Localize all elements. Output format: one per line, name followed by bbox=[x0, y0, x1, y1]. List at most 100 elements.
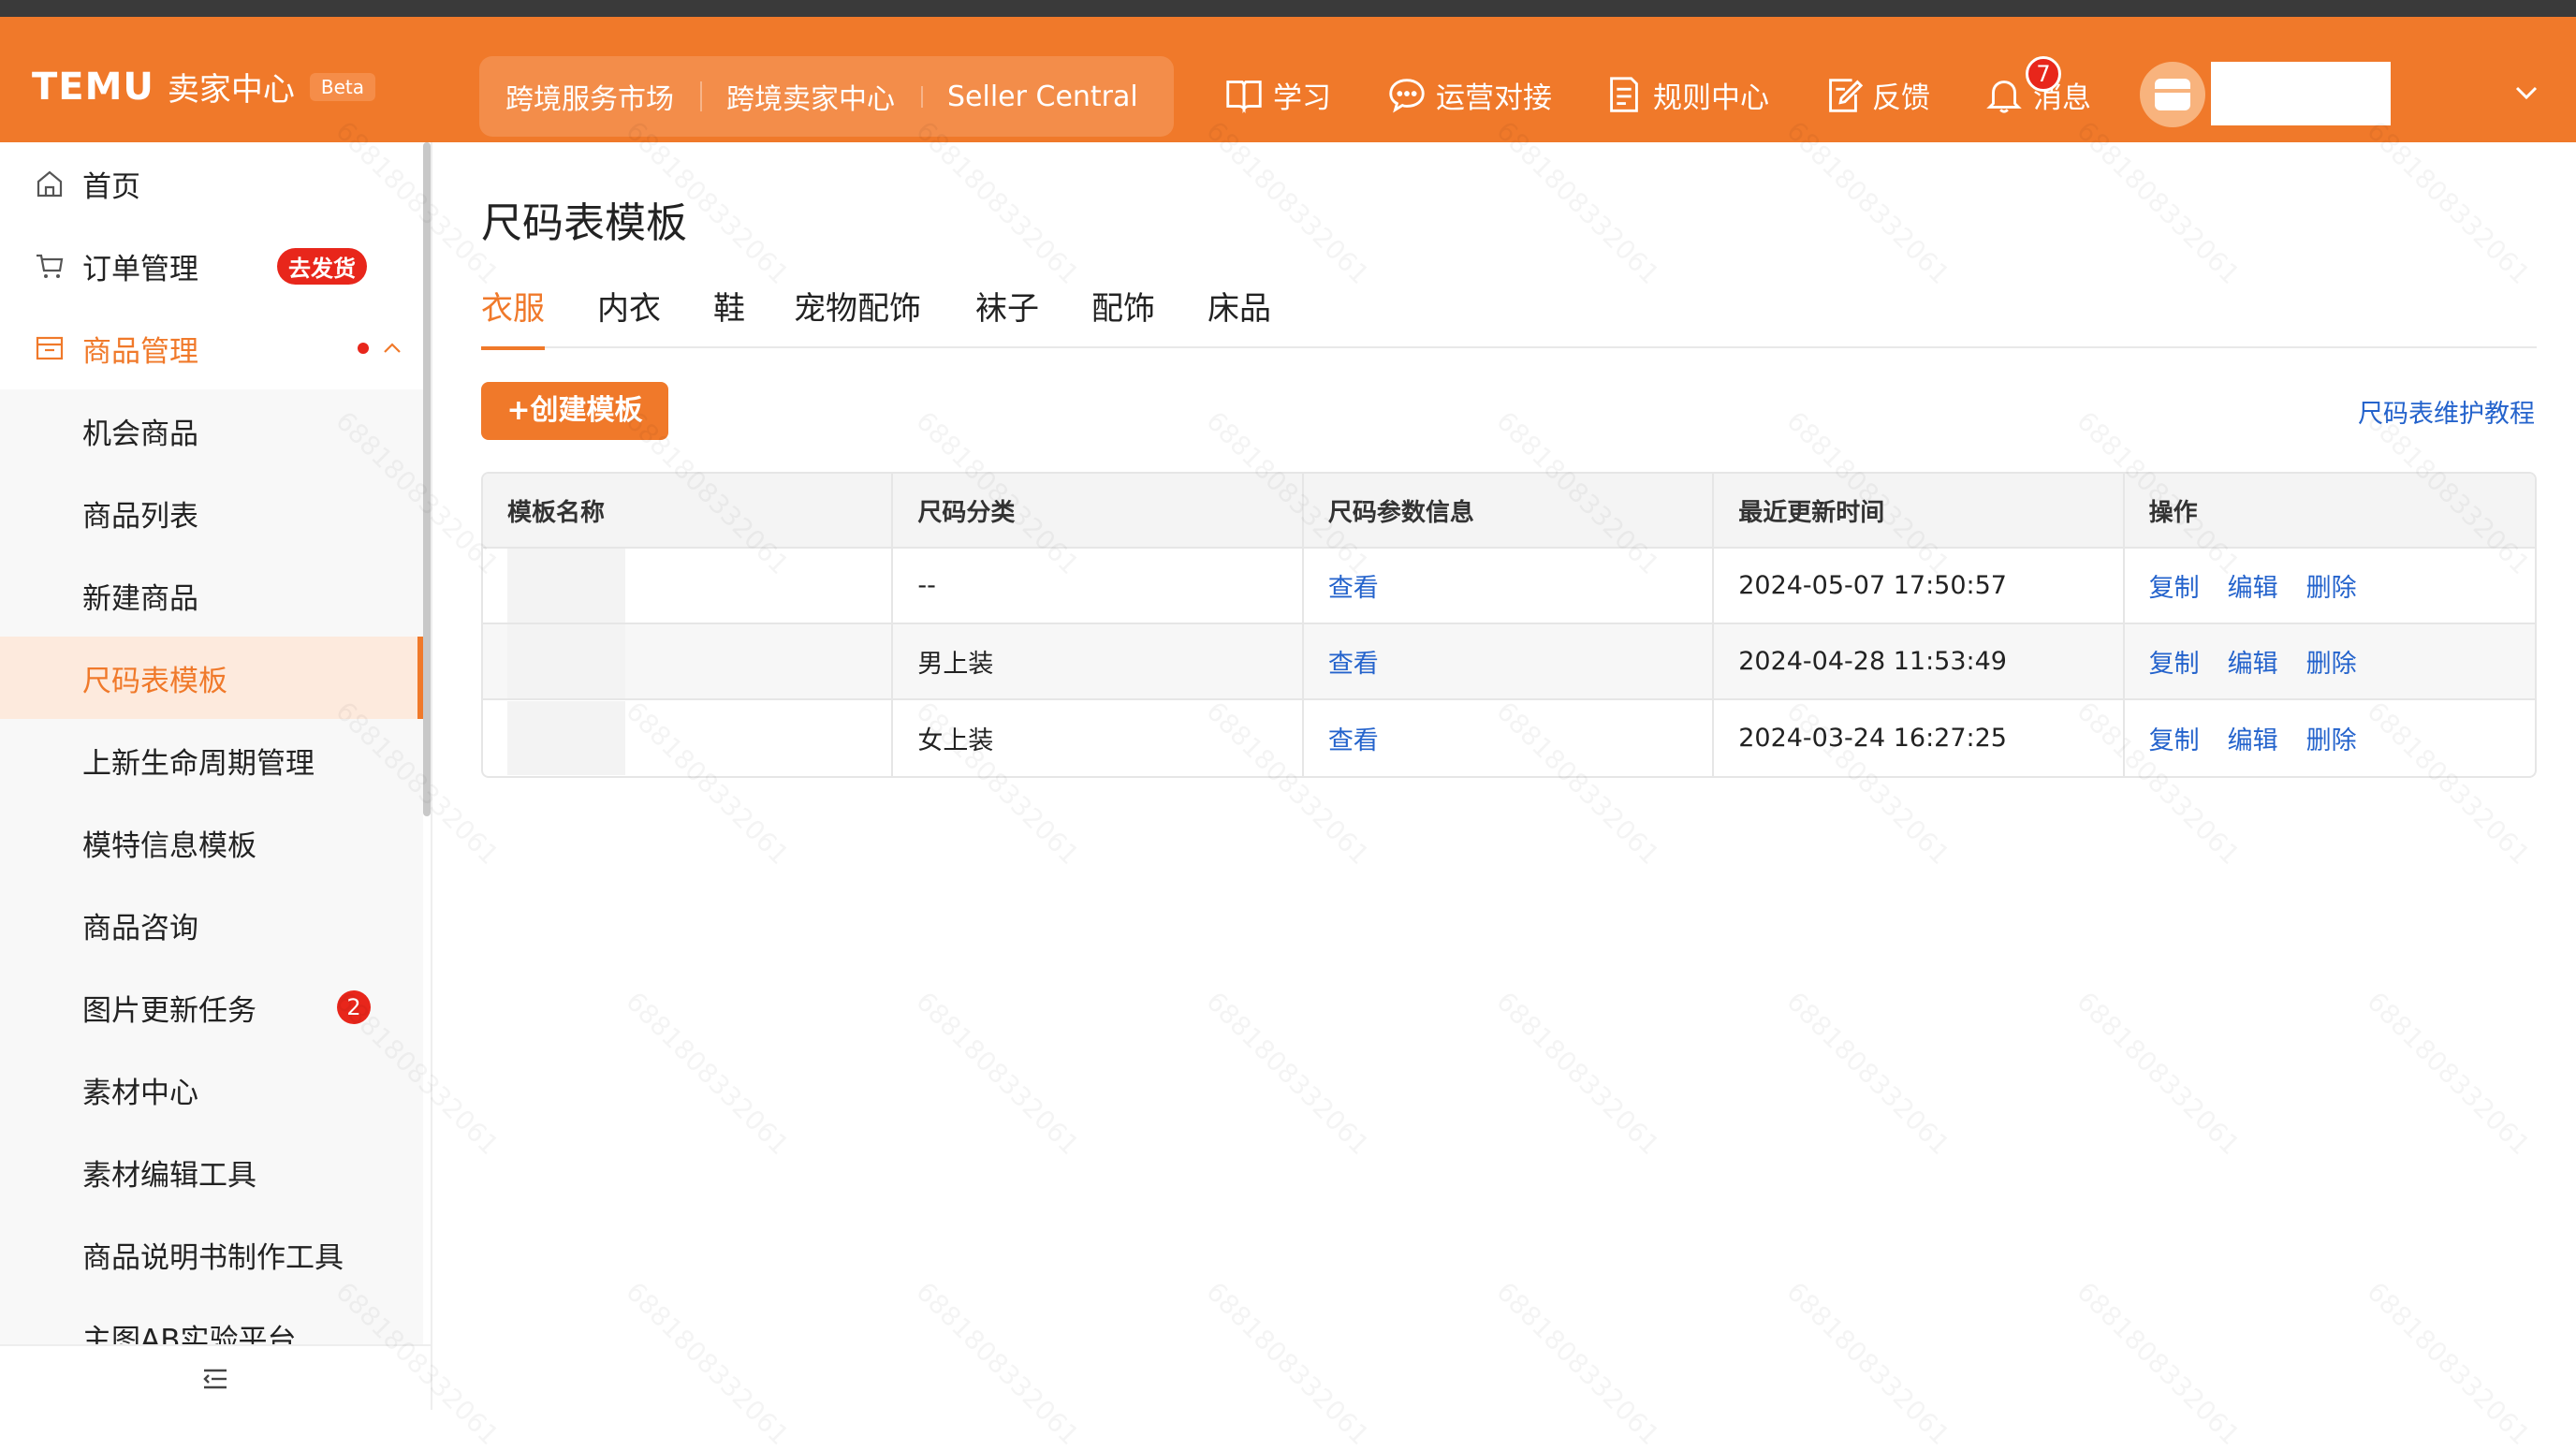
nav-learn[interactable]: 学习 bbox=[1222, 73, 1331, 116]
sidebar-item-label: 新建商品 bbox=[82, 575, 198, 617]
size-category-cell: -- bbox=[893, 549, 1303, 623]
sidebar-item-label: 素材编辑工具 bbox=[82, 1151, 256, 1194]
sidebar-item-label: 素材中心 bbox=[82, 1069, 198, 1111]
updated-time-cell: 2024-04-28 11:53:49 bbox=[1714, 624, 2124, 698]
nav-operations-label: 运营对接 bbox=[1436, 74, 1552, 116]
logo[interactable]: TEMU 卖家中心 Beta bbox=[32, 64, 375, 110]
notification-dot bbox=[358, 343, 369, 354]
tab-pet-accessories[interactable]: 宠物配饰 bbox=[794, 283, 921, 348]
message-count-badge: 7 bbox=[2026, 56, 2061, 92]
table-row: 女上装 查看 2024-03-24 16:27:25 复制 编辑 删除 bbox=[483, 700, 2535, 776]
pill-cross-border-seller[interactable]: 跨境卖家中心 bbox=[700, 76, 921, 117]
delete-link[interactable]: 删除 bbox=[2306, 720, 2357, 756]
bell-icon bbox=[1983, 73, 2026, 116]
column-header: 最近更新时间 bbox=[1714, 474, 2124, 547]
template-table: 模板名称 尺码分类 尺码参数信息 最近更新时间 操作 -- 查看 2024-05… bbox=[481, 472, 2537, 778]
chevron-down-icon[interactable] bbox=[2514, 81, 2539, 105]
tab-accessories[interactable]: 配饰 bbox=[1091, 283, 1155, 348]
template-name-cell bbox=[483, 700, 893, 776]
sidebar-collapse-bar bbox=[0, 1344, 431, 1410]
edit-link[interactable]: 编辑 bbox=[2228, 643, 2278, 680]
ship-now-badge[interactable]: 去发货 bbox=[277, 248, 367, 285]
nav-feedback[interactable]: 反馈 bbox=[1822, 73, 1930, 116]
tab-shoes[interactable]: 鞋 bbox=[713, 283, 745, 348]
sidebar: 首页 订单管理 去发货 商品管理 机会商品 商品列表 新建商品 尺码表模板 上新… bbox=[0, 142, 432, 1410]
sidebar-item-size-chart-template[interactable]: 尺码表模板 bbox=[0, 637, 423, 719]
nav-operations[interactable]: 运营对接 bbox=[1385, 73, 1552, 116]
actions-cell: 复制 编辑 删除 bbox=[2125, 624, 2535, 698]
sidebar-item-orders[interactable]: 订单管理 去发货 bbox=[0, 225, 423, 307]
document-icon bbox=[1603, 73, 1646, 116]
size-params-cell: 查看 bbox=[1304, 624, 1714, 698]
template-name-cell bbox=[483, 549, 893, 623]
sidebar-item-model-info[interactable]: 模特信息模板 bbox=[0, 801, 423, 884]
sidebar-item-image-update[interactable]: 图片更新任务 2 bbox=[0, 966, 423, 1048]
top-strip bbox=[0, 0, 2576, 17]
account-name-box[interactable] bbox=[2211, 62, 2391, 125]
column-header: 模板名称 bbox=[483, 474, 893, 547]
nav-feedback-label: 反馈 bbox=[1872, 74, 1930, 116]
delete-link[interactable]: 删除 bbox=[2306, 567, 2357, 604]
copy-link[interactable]: 复制 bbox=[2149, 643, 2200, 680]
pill-cross-border-market[interactable]: 跨境服务市场 bbox=[479, 76, 700, 117]
copy-link[interactable]: 复制 bbox=[2149, 567, 2200, 604]
sidebar-item-opportunity-products[interactable]: 机会商品 bbox=[0, 389, 423, 472]
header: TEMU 卖家中心 Beta 跨境服务市场 跨境卖家中心 Seller Cent… bbox=[0, 17, 2576, 142]
sidebar-item-material-editor[interactable]: 素材编辑工具 bbox=[0, 1131, 423, 1213]
edit-link[interactable]: 编辑 bbox=[2228, 720, 2278, 756]
sidebar-item-label: 首页 bbox=[82, 163, 140, 205]
sidebar-item-label: 商品咨询 bbox=[82, 904, 198, 946]
sidebar-item-label: 商品说明书制作工具 bbox=[82, 1234, 344, 1276]
nav-rules[interactable]: 规则中心 bbox=[1603, 73, 1769, 116]
updated-time-cell: 2024-05-07 17:50:57 bbox=[1714, 549, 2124, 623]
sidebar-item-manual-tool[interactable]: 商品说明书制作工具 bbox=[0, 1213, 423, 1296]
size-chart-tutorial-link[interactable]: 尺码表维护教程 bbox=[2358, 393, 2535, 430]
actions-cell: 复制 编辑 删除 bbox=[2125, 700, 2535, 776]
size-category-cell: 女上装 bbox=[893, 700, 1303, 776]
sidebar-item-label: 尺码表模板 bbox=[82, 657, 227, 699]
product-icon bbox=[34, 332, 66, 364]
book-icon bbox=[1222, 73, 1266, 116]
view-link[interactable]: 查看 bbox=[1328, 720, 1379, 756]
sidebar-item-label: 模特信息模板 bbox=[82, 822, 256, 864]
tab-clothing[interactable]: 衣服 bbox=[481, 283, 545, 348]
sidebar-item-label: 图片更新任务 bbox=[82, 987, 256, 1029]
sidebar-item-product-management[interactable]: 商品管理 bbox=[0, 307, 423, 389]
sidebar-item-label: 机会商品 bbox=[82, 410, 198, 452]
sidebar-item-material-center[interactable]: 素材中心 bbox=[0, 1048, 423, 1131]
main-content: 尺码表模板 衣服 内衣 鞋 宠物配饰 袜子 配饰 床品 +创建模板 尺码表维护教… bbox=[432, 142, 2576, 1410]
size-params-cell: 查看 bbox=[1304, 549, 1714, 623]
shop-avatar[interactable] bbox=[2140, 62, 2205, 127]
sidebar-item-new-product[interactable]: 新建商品 bbox=[0, 554, 423, 637]
create-template-button[interactable]: +创建模板 bbox=[481, 382, 668, 440]
view-link[interactable]: 查看 bbox=[1328, 567, 1379, 604]
page-title: 尺码表模板 bbox=[481, 189, 687, 249]
home-icon bbox=[34, 168, 66, 199]
tab-underwear[interactable]: 内衣 bbox=[597, 283, 661, 348]
view-link[interactable]: 查看 bbox=[1328, 643, 1379, 680]
store-icon bbox=[2155, 79, 2190, 110]
size-category-cell: 男上装 bbox=[893, 624, 1303, 698]
sidebar-item-product-list[interactable]: 商品列表 bbox=[0, 472, 423, 554]
cart-icon bbox=[34, 250, 66, 282]
sidebar-item-home[interactable]: 首页 bbox=[0, 142, 423, 225]
image-task-count-badge: 2 bbox=[337, 990, 371, 1024]
sidebar-item-product-inquiry[interactable]: 商品咨询 bbox=[0, 884, 423, 966]
collapse-menu-icon[interactable] bbox=[198, 1363, 230, 1395]
sidebar-item-label: 商品管理 bbox=[82, 328, 198, 370]
table-row: 男上装 查看 2024-04-28 11:53:49 复制 编辑 删除 bbox=[483, 624, 2535, 700]
delete-link[interactable]: 删除 bbox=[2306, 643, 2357, 680]
feedback-icon bbox=[1822, 73, 1865, 116]
edit-link[interactable]: 编辑 bbox=[2228, 567, 2278, 604]
pill-seller-central[interactable]: Seller Central bbox=[921, 81, 1164, 113]
copy-link[interactable]: 复制 bbox=[2149, 720, 2200, 756]
sidebar-item-lifecycle[interactable]: 上新生命周期管理 bbox=[0, 719, 423, 801]
nav-messages[interactable]: 消息 7 bbox=[1983, 73, 2091, 116]
logo-subtitle: 卖家中心 bbox=[168, 64, 295, 110]
sidebar-scrollbar[interactable] bbox=[423, 142, 431, 816]
tab-bedding[interactable]: 床品 bbox=[1208, 283, 1271, 348]
chevron-up-icon[interactable] bbox=[382, 338, 402, 359]
tab-socks[interactable]: 袜子 bbox=[975, 283, 1039, 348]
actions-cell: 复制 编辑 删除 bbox=[2125, 549, 2535, 623]
template-name-cell bbox=[483, 624, 893, 698]
